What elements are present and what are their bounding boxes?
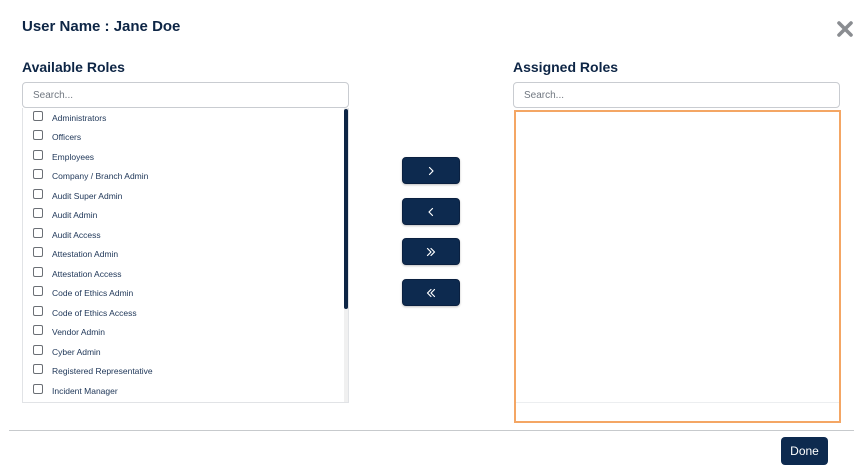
role-label: Administrators (52, 112, 107, 123)
role-label: Incident Manager (52, 385, 118, 396)
role-checkbox[interactable] (33, 266, 43, 277)
available-roles-items: Administrators Officers Employees Company /… (23, 108, 343, 401)
chevron-right-icon (428, 166, 434, 175)
role-label: Attestation Access (52, 268, 122, 279)
role-checkbox[interactable] (33, 227, 43, 238)
role-label: Employees (52, 151, 95, 162)
move-all-right-button[interactable] (402, 238, 460, 265)
role-label: Code of Ethics Admin (52, 288, 134, 299)
list-item[interactable]: Code of Ethics Admin (23, 284, 343, 304)
assigned-roles-heading: Assigned Roles (513, 59, 619, 75)
footer-divider (9, 430, 854, 431)
available-roles-scrollbar-thumb[interactable] (344, 109, 348, 309)
assigned-roles-list[interactable] (514, 110, 841, 423)
role-checkbox[interactable] (33, 110, 43, 121)
list-item[interactable]: Code of Ethics Access (23, 303, 343, 323)
double-chevron-right-icon (426, 247, 436, 256)
role-checkbox[interactable] (33, 286, 43, 297)
list-item[interactable]: Vendor Admin (23, 323, 343, 343)
list-item[interactable]: Employees (23, 147, 343, 167)
role-checkbox[interactable] (33, 383, 43, 394)
available-roles-scrollbar[interactable] (344, 108, 348, 402)
move-right-button[interactable] (402, 157, 460, 184)
list-item[interactable]: Administrators (23, 108, 343, 128)
list-item[interactable]: Audit Super Admin (23, 186, 343, 206)
list-item[interactable]: Cyber Admin (23, 342, 343, 362)
list-item[interactable]: Company / Branch Admin (23, 167, 343, 187)
role-label: Cyber Admin (52, 346, 101, 357)
role-checkbox[interactable] (33, 208, 43, 219)
role-label: Audit Admin (52, 210, 98, 221)
role-checkbox[interactable] (33, 247, 43, 258)
role-checkbox[interactable] (33, 325, 43, 336)
role-checkbox[interactable] (33, 169, 43, 180)
role-label: Attestation Admin (52, 249, 119, 260)
list-item[interactable]: Attestation Access (23, 264, 343, 284)
role-checkbox[interactable] (33, 344, 43, 355)
list-item[interactable]: Incident Manager (23, 381, 343, 401)
role-checkbox[interactable] (33, 130, 43, 141)
chevron-left-icon (428, 207, 434, 216)
role-label: Vendor Admin (52, 327, 105, 338)
role-label: Audit Super Admin (52, 190, 123, 201)
list-item[interactable]: Officers (23, 128, 343, 148)
list-item[interactable]: Audit Access (23, 225, 343, 245)
list-item[interactable]: Registered Representative (23, 362, 343, 382)
list-item[interactable]: Attestation Admin (23, 245, 343, 265)
assigned-roles-search-input[interactable] (513, 82, 840, 108)
role-label: Company / Branch Admin (52, 171, 149, 182)
dialog-title: User Name : Jane Doe (22, 18, 181, 35)
list-item[interactable]: Audit Admin (23, 206, 343, 226)
done-button[interactable]: Done (781, 437, 828, 465)
role-label: Code of Ethics Access (52, 307, 137, 318)
role-checkbox[interactable] (33, 149, 43, 160)
move-left-button[interactable] (402, 198, 460, 225)
role-label: Officers (52, 132, 82, 143)
role-label: Audit Access (52, 229, 101, 240)
close-icon[interactable] (836, 20, 854, 38)
role-checkbox[interactable] (33, 305, 43, 316)
role-label: Registered Representative (52, 366, 153, 377)
double-chevron-left-icon (426, 288, 436, 297)
available-roles-search-input[interactable] (22, 82, 349, 108)
assigned-list-divider (516, 402, 839, 403)
move-all-left-button[interactable] (402, 279, 460, 306)
available-roles-heading: Available Roles (22, 59, 125, 75)
role-checkbox[interactable] (33, 364, 43, 375)
available-roles-list: Administrators Officers Employees Company /… (22, 108, 349, 403)
role-checkbox[interactable] (33, 188, 43, 199)
